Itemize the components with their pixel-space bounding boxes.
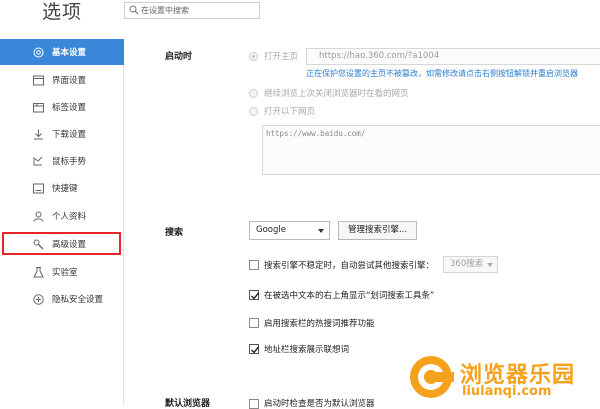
sidebar-item-download-settings[interactable]: 下载设置	[0, 121, 124, 147]
sidebar-item-label: 个人资料	[52, 212, 87, 222]
sidebar-item-label: 快捷键	[52, 184, 78, 194]
settings-search[interactable]	[124, 2, 260, 19]
window-icon	[33, 75, 44, 85]
section-title-startup: 启动时	[165, 52, 193, 62]
sidebar-item-basic-settings[interactable]: 基本设置	[0, 39, 124, 65]
gear-icon	[33, 47, 44, 57]
radio-label-restore: 继续浏览上次关闭浏览器时在看的网页	[264, 89, 409, 99]
chevron-down-icon	[318, 229, 324, 233]
search-engine-select[interactable]: Google	[249, 221, 330, 240]
lab-icon	[33, 266, 44, 277]
sidebar-item-privacy[interactable]: 隐私安全设置	[0, 286, 124, 312]
search-engine-value: Google	[256, 225, 286, 235]
homepage-lock-warning: 正在保护您设置的主页不被篡改，如需修改请点击右侧按钮解锁并重启浏览器	[306, 69, 578, 78]
checkbox-fallback-engine[interactable]	[249, 260, 259, 270]
checkbox-address-suggest[interactable]	[249, 344, 260, 354]
checkbox-label-address-suggest: 地址栏搜索展示联想词	[264, 345, 350, 355]
search-icon	[129, 5, 139, 15]
checkbox-label-fallback: 搜索引擎不稳定时，自动尝试其他搜索引擎：	[264, 261, 435, 271]
shield-icon	[33, 293, 44, 305]
checkmark-icon	[251, 346, 260, 354]
homepage-url-field[interactable]: https://hao.360.com/?a1004	[306, 48, 600, 65]
sidebar-item-mouse-gestures[interactable]: 鼠标手势	[0, 148, 124, 174]
section-title-search: 搜索	[165, 228, 184, 238]
checkmark-icon	[251, 292, 260, 300]
sidebar-item-label: 界面设置	[52, 76, 87, 86]
sidebar: 基本设置 界面设置 标签设置 下载设置 鼠标手势 快捷键 个人资料 高级设置 实…	[0, 39, 124, 405]
manage-search-engines-button[interactable]: 管理搜索引擎...	[338, 221, 417, 240]
sidebar-item-profile[interactable]: 个人资料	[0, 203, 124, 229]
section-title-default-browser: 默认浏览器	[165, 399, 211, 409]
sidebar-item-tab-settings[interactable]: 标签设置	[0, 94, 124, 120]
sidebar-item-label: 实验室	[52, 268, 78, 278]
sidebar-item-lab[interactable]: 实验室	[0, 259, 124, 285]
checkbox-default-browser[interactable]	[249, 399, 259, 409]
radio-open-pages[interactable]	[249, 107, 258, 116]
checkbox-hot-search[interactable]	[249, 318, 259, 328]
checkbox-selection-toolbar[interactable]	[249, 290, 260, 300]
checkbox-label-default-browser: 启动时检查是否为默认浏览器	[264, 399, 375, 409]
sidebar-item-label: 基本设置	[52, 48, 87, 58]
window-title: 选项	[42, 1, 83, 23]
mouse-icon	[33, 156, 43, 165]
sidebar-item-shortcuts[interactable]: 快捷键	[0, 175, 124, 201]
sidebar-item-ui-settings[interactable]: 界面设置	[0, 67, 124, 93]
tabs-icon	[33, 102, 44, 112]
search-input[interactable]	[141, 3, 257, 18]
sidebar-item-label: 下载设置	[52, 130, 87, 140]
highlight-frame	[2, 232, 121, 255]
fallback-engine-value: 360搜索	[450, 259, 484, 269]
user-icon	[33, 211, 44, 222]
keyboard-icon	[33, 183, 44, 193]
radio-label-homepage: 打开主页	[264, 52, 299, 62]
download-icon	[34, 129, 43, 139]
sidebar-item-label: 鼠标手势	[52, 157, 87, 167]
checkbox-label-hot-search: 启用搜索栏的热搜词推荐功能	[264, 319, 375, 329]
fallback-engine-select[interactable]: 360搜索	[443, 256, 498, 273]
radio-restore-session[interactable]	[249, 89, 258, 98]
radio-label-pages: 打开以下网页	[264, 107, 316, 117]
watermark-url: liulanqi.com	[462, 384, 552, 399]
sidebar-item-label: 标签设置	[52, 103, 87, 113]
startup-pages-textarea[interactable]: https://www.baidu.com/	[262, 125, 600, 175]
radio-open-homepage[interactable]	[249, 52, 258, 61]
sidebar-item-label: 隐私安全设置	[52, 295, 104, 305]
watermark-logo-icon	[410, 356, 454, 398]
chevron-down-icon	[487, 263, 493, 267]
checkbox-label-selection: 在被选中文本的右上角显示“划词搜索工具条”	[264, 291, 435, 301]
